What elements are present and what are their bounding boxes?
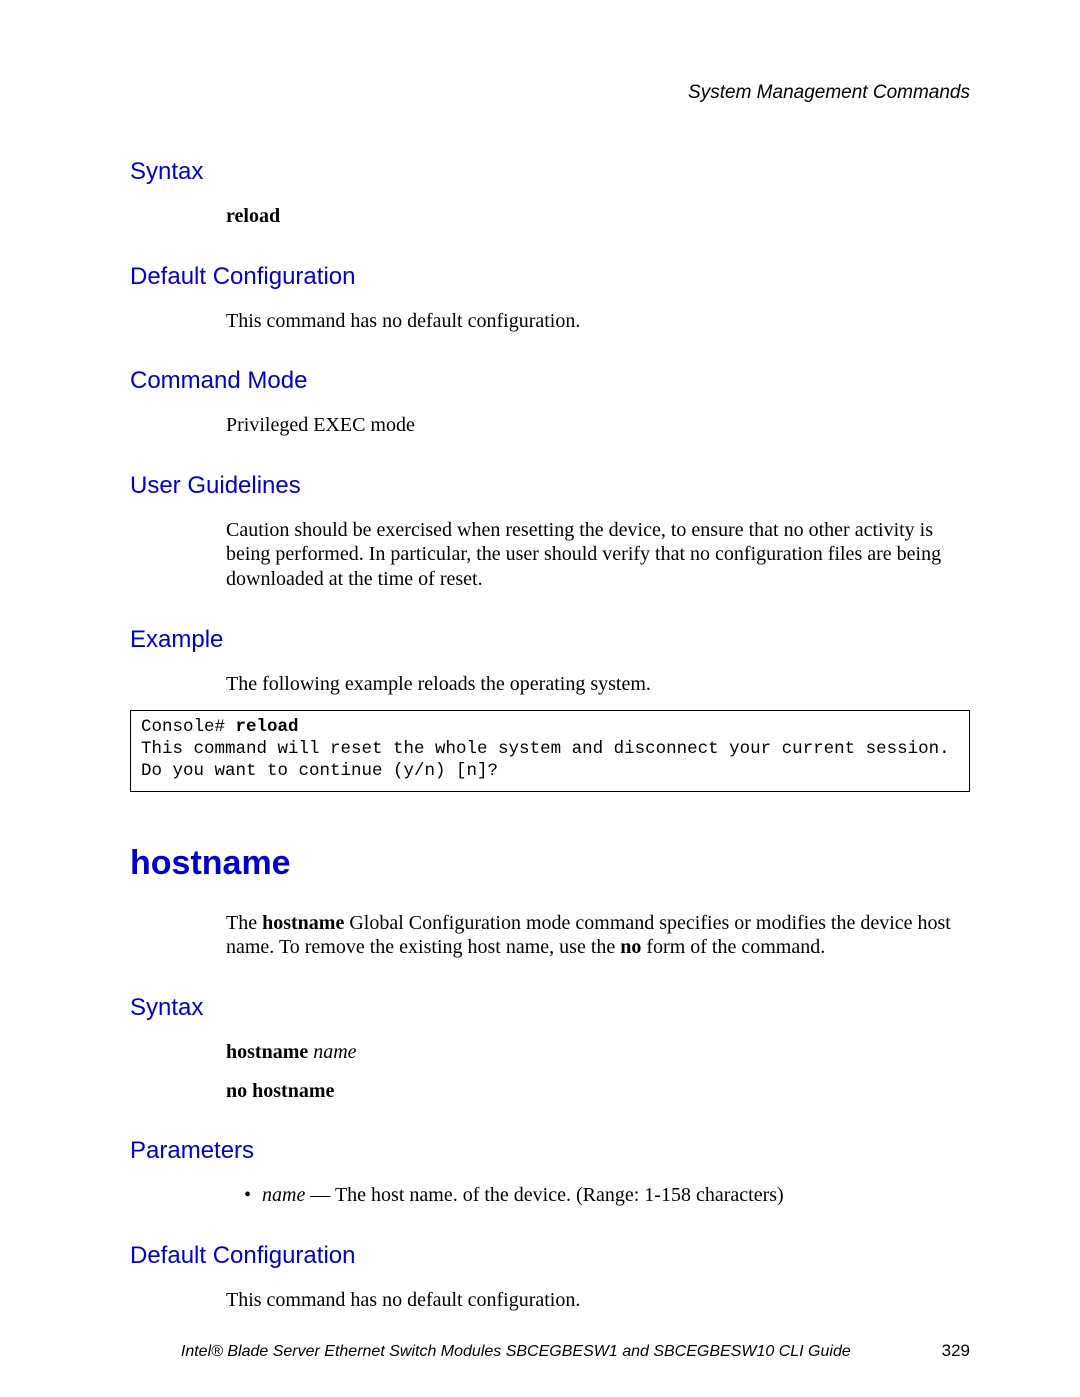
default-config-2-text: This command has no default configuratio… xyxy=(226,1288,970,1313)
example-intro: The following example reloads the operat… xyxy=(226,672,970,697)
text-italic: name xyxy=(262,1184,305,1206)
heading-syntax-2: Syntax xyxy=(130,994,970,1022)
hostname-intro: The hostname Global Configuration mode c… xyxy=(226,911,970,960)
code-prompt: Console# xyxy=(141,717,236,737)
text-run: form of the command. xyxy=(641,936,825,958)
heading-example: Example xyxy=(130,626,970,654)
code-command: reload xyxy=(236,717,299,737)
footer-title: Intel® Blade Server Ethernet Switch Modu… xyxy=(130,1343,902,1361)
bullet-icon: • xyxy=(244,1183,262,1208)
text-italic: name xyxy=(313,1041,356,1063)
text-run: The xyxy=(226,912,262,934)
footer-page-number: 329 xyxy=(942,1341,970,1361)
text-run: — The host name. of the device. (Range: … xyxy=(305,1184,783,1206)
page-content: System Management Commands Syntax reload… xyxy=(0,0,1080,1312)
heading-parameters: Parameters xyxy=(130,1137,970,1165)
user-guidelines-text: Caution should be exercised when resetti… xyxy=(226,518,970,592)
heading-default-config-2: Default Configuration xyxy=(130,1242,970,1270)
syntax2-line2: no hostname xyxy=(226,1079,970,1104)
heading-user-guidelines: User Guidelines xyxy=(130,472,970,500)
default-config-text: This command has no default configuratio… xyxy=(226,309,970,334)
text-bold: hostname xyxy=(262,912,344,934)
heading-default-config: Default Configuration xyxy=(130,263,970,291)
page-footer: Intel® Blade Server Ethernet Switch Modu… xyxy=(130,1341,970,1361)
syntax2-line1: hostname name xyxy=(226,1040,970,1065)
example-code-box: Console# reload This command will reset … xyxy=(130,710,970,792)
code-output: This command will reset the whole system… xyxy=(141,739,960,781)
heading-hostname: hostname xyxy=(130,844,970,883)
list-item: • name — The host name. of the device. (… xyxy=(244,1183,970,1208)
command-mode-text: Privileged EXEC mode xyxy=(226,413,970,438)
parameters-list: • name — The host name. of the device. (… xyxy=(226,1183,970,1208)
heading-syntax: Syntax xyxy=(130,158,970,186)
heading-command-mode: Command Mode xyxy=(130,367,970,395)
text-bold: hostname xyxy=(226,1041,313,1063)
text-bold: no xyxy=(620,936,641,958)
syntax-reload: reload xyxy=(226,204,970,229)
running-header: System Management Commands xyxy=(130,82,970,104)
